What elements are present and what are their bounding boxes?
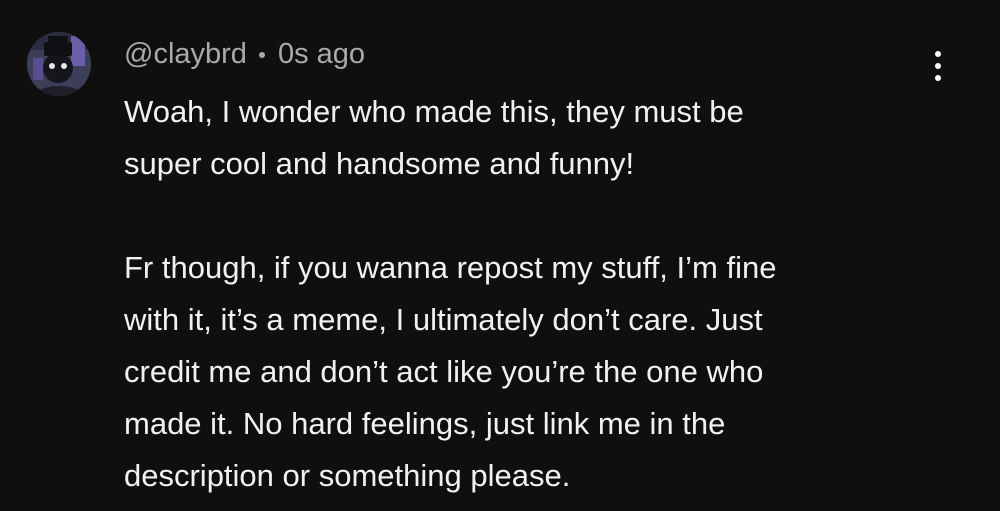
comment-body: Woah, I wonder who made this, they must … xyxy=(124,86,924,502)
author-handle[interactable]: @claybrd xyxy=(124,38,247,71)
comment-line: with it, it’s a meme, I ultimately don’t… xyxy=(124,302,763,337)
comment: @claybrd 0s ago Woah, I wonder who made … xyxy=(0,0,1000,511)
separator-dot xyxy=(258,52,265,58)
comment-line: Fr though, if you wanna repost my stuff,… xyxy=(124,250,777,285)
more-vertical-icon xyxy=(935,75,941,81)
comment-line: made it. No hard feelings, just link me … xyxy=(124,406,726,441)
comment-line: Woah, I wonder who made this, they must … xyxy=(124,94,744,129)
avatar[interactable] xyxy=(27,32,91,96)
comment-line: credit me and don’t act like you’re the … xyxy=(124,354,764,389)
comment-meta: @claybrd 0s ago xyxy=(124,34,365,74)
avatar-icon xyxy=(27,32,91,96)
comment-line: super cool and handsome and funny! xyxy=(124,146,635,181)
more-vertical-icon xyxy=(935,51,941,57)
more-vertical-icon xyxy=(935,63,941,69)
comment-timestamp: 0s ago xyxy=(277,37,366,70)
more-options-button[interactable] xyxy=(918,44,958,88)
comment-line: description or something please. xyxy=(124,458,571,493)
